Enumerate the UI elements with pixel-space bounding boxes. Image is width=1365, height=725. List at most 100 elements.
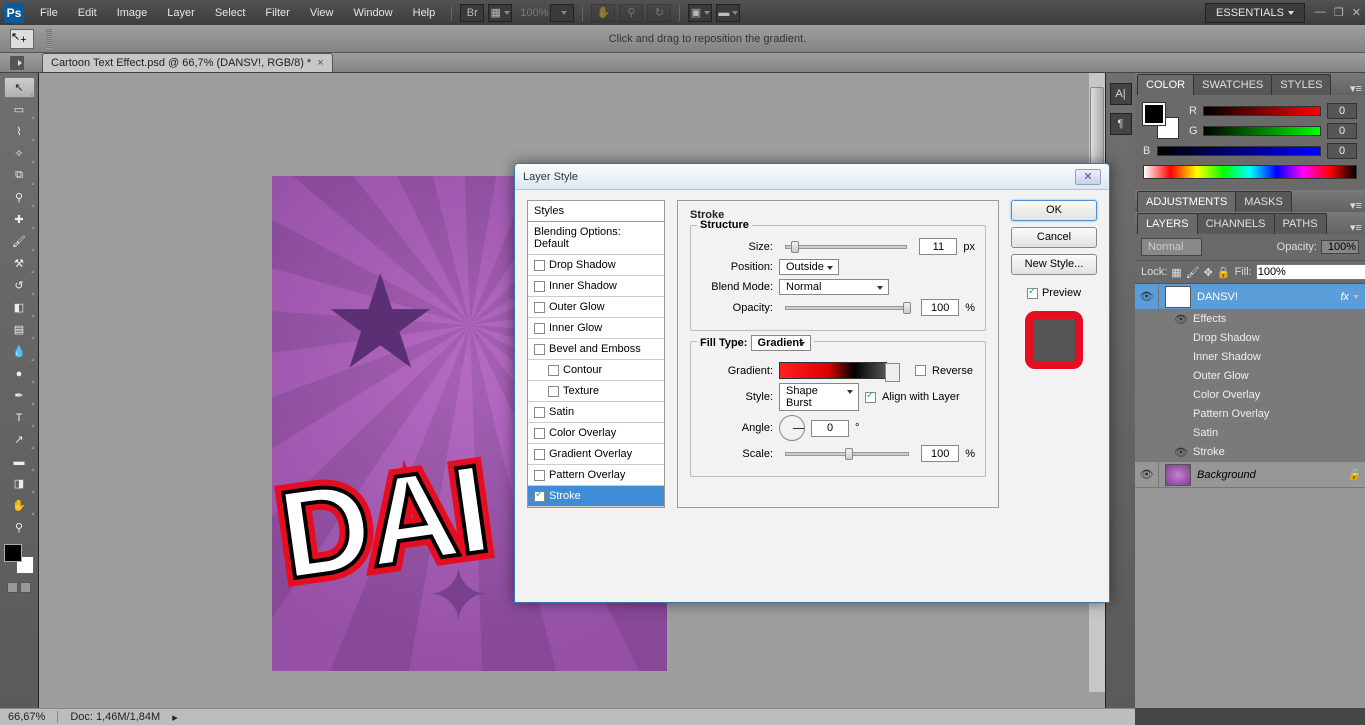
opacity-input[interactable] [1321,240,1359,254]
3d-tool[interactable]: ◨ [4,473,35,494]
zoom-caret[interactable] [550,4,574,22]
style-stroke[interactable]: Stroke [528,486,664,507]
layer-stroke[interactable]: 👁Stroke [1135,443,1365,462]
screen-mode-dropdown[interactable]: ▣ [688,4,712,22]
hue-strip[interactable] [1143,165,1357,179]
layer-satin[interactable]: Satin [1135,424,1365,443]
move-tool-indicator[interactable]: ↖+ [10,29,34,49]
g-value[interactable] [1327,123,1357,139]
stamp-tool[interactable]: ⚒ [4,253,35,274]
size-input[interactable] [919,238,957,255]
screen-mode2-dropdown[interactable]: ▬ [716,4,740,22]
checkbox[interactable] [534,281,545,292]
quick-mask[interactable] [5,582,33,593]
blend-dropdown[interactable]: Normal [1141,238,1202,256]
style-satin[interactable]: Satin [528,402,664,423]
layer-outer-glow[interactable]: Outer Glow [1135,367,1365,386]
tab-channels[interactable]: CHANNELS [1197,213,1275,234]
heal-tool[interactable]: ✚ [4,209,35,230]
menu-window[interactable]: Window [344,3,403,23]
visibility-icon[interactable]: 👁 [1135,462,1159,487]
opacity-slider[interactable] [785,306,909,310]
menu-help[interactable]: Help [403,3,446,23]
grip[interactable] [46,29,52,49]
style-inner-glow[interactable]: Inner Glow [528,318,664,339]
tab-layers[interactable]: LAYERS [1137,213,1198,234]
lock-paint-icon[interactable]: 🖌 [1186,266,1200,279]
tab-swatches[interactable]: SWATCHES [1193,74,1272,95]
dialog-close-button[interactable]: ✕ [1075,169,1101,185]
hand-tool[interactable]: ✋ [4,495,35,516]
panel-menu-icon[interactable]: ▾≡ [1347,82,1365,95]
menu-view[interactable]: View [300,3,344,23]
lasso-tool[interactable]: ⌇ [4,121,35,142]
layer-thumb[interactable]: T [1165,286,1191,308]
dialog-titlebar[interactable]: Layer Style ✕ [515,164,1109,190]
filltype-dropdown[interactable]: Gradient [751,335,811,351]
checkbox[interactable] [548,386,559,397]
grad-style-dropdown[interactable]: Shape Burst [779,383,859,411]
layer-effects[interactable]: 👁Effects [1135,310,1365,329]
layer-dansv[interactable]: 👁 T DANSV! fx [1135,284,1365,310]
close-tab-icon[interactable]: × [317,57,323,69]
checkbox[interactable] [534,323,545,334]
checkbox[interactable] [534,470,545,481]
dodge-tool[interactable]: ● [4,363,35,384]
lock-all-icon[interactable]: 🔒 [1217,266,1231,279]
bridge-button[interactable]: Br [460,4,484,22]
zoom-tool[interactable]: ⚲ [4,517,35,538]
checkbox[interactable] [534,428,545,439]
visibility-icon[interactable]: 👁 [1135,284,1159,309]
b-value[interactable] [1327,143,1357,159]
path-tool[interactable]: ↗ [4,429,35,450]
style-texture[interactable]: Texture [528,381,664,402]
blending-options[interactable]: Blending Options: Default [528,222,664,255]
r-slider[interactable] [1203,106,1321,116]
scale-slider[interactable] [785,452,909,456]
pen-tool[interactable]: ✒ [4,385,35,406]
status-doc-size[interactable]: Doc: 1,46M/1,84M [70,711,160,723]
shape-tool[interactable]: ▬ [4,451,35,472]
style-pattern-overlay[interactable]: Pattern Overlay [528,465,664,486]
preview-checkbox[interactable] [1027,288,1038,299]
menu-layer[interactable]: Layer [157,3,205,23]
style-drop-shadow[interactable]: Drop Shadow [528,255,664,276]
checkbox[interactable] [534,302,545,313]
menu-image[interactable]: Image [107,3,158,23]
tab-adjustments[interactable]: ADJUSTMENTS [1137,191,1236,212]
checkbox[interactable] [534,491,545,502]
cancel-button[interactable]: Cancel [1011,227,1097,248]
r-value[interactable] [1327,103,1357,119]
color-swatches[interactable] [1143,103,1179,139]
close-icon[interactable]: ✕ [1352,6,1361,19]
layer-thumb[interactable] [1165,464,1191,486]
checkbox[interactable] [548,365,559,376]
align-checkbox[interactable] [865,392,876,403]
reverse-checkbox[interactable] [915,365,926,376]
lock-position-icon[interactable]: ✥ [1204,266,1213,279]
scale-input[interactable] [921,445,959,462]
ok-button[interactable]: OK [1011,200,1097,221]
layer-color-overlay[interactable]: Color Overlay [1135,386,1365,405]
style-inner-shadow[interactable]: Inner Shadow [528,276,664,297]
blur-tool[interactable]: 💧 [4,341,35,362]
maximize-icon[interactable]: ❐ [1334,6,1344,19]
checkbox[interactable] [534,260,545,271]
type-tool[interactable]: T [4,407,35,428]
document-tab[interactable]: Cartoon Text Effect.psd @ 66,7% (DANSV!,… [42,53,333,72]
angle-input[interactable] [811,420,849,437]
dock-toggle[interactable] [10,56,24,70]
layer-background[interactable]: 👁 Background 🔒 [1135,462,1365,488]
menu-select[interactable]: Select [205,3,256,23]
tab-color[interactable]: COLOR [1137,74,1194,95]
eraser-tool[interactable]: ◧ [4,297,35,318]
styles-header[interactable]: Styles [528,201,664,222]
tab-styles[interactable]: STYLES [1271,74,1331,95]
panel-menu-icon[interactable]: ▾≡ [1347,221,1365,234]
checkbox[interactable] [534,407,545,418]
status-caret[interactable]: ▸ [172,711,178,724]
style-bevel[interactable]: Bevel and Emboss [528,339,664,360]
fill-input[interactable] [1256,264,1365,280]
menu-filter[interactable]: Filter [255,3,299,23]
panel-menu-icon[interactable]: ▾≡ [1347,199,1365,212]
